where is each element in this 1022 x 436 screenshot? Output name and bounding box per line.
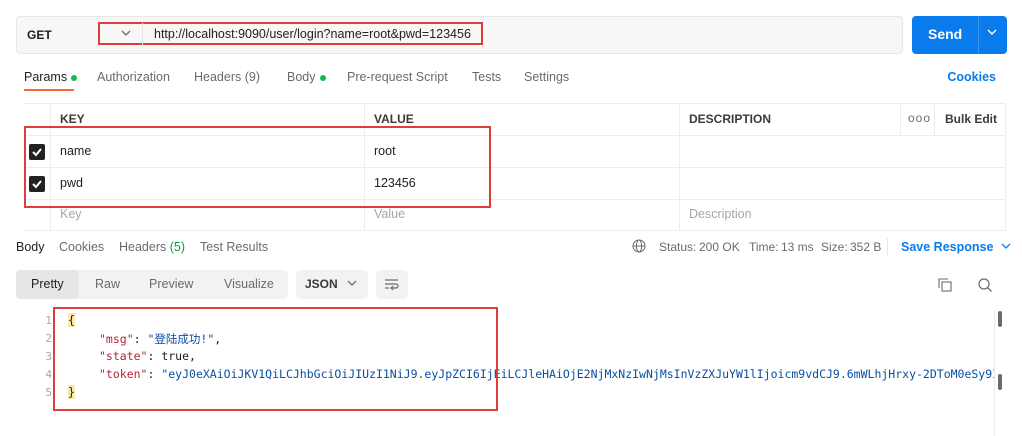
chevron-down-icon	[347, 278, 357, 291]
line-number: 1	[45, 314, 52, 327]
divider	[24, 230, 1006, 231]
time-label: Time:	[749, 240, 779, 254]
value-placeholder[interactable]: Value	[374, 207, 405, 221]
scrollbar-thumb[interactable]	[998, 311, 1002, 327]
search-icon[interactable]	[977, 277, 993, 296]
tab-pre-request-script[interactable]: Pre-request Script	[347, 70, 448, 84]
divider	[142, 23, 143, 45]
send-button[interactable]: Send	[912, 16, 1007, 54]
divider	[24, 103, 1006, 104]
more-options-icon[interactable]: ooo	[908, 111, 931, 125]
divider	[1005, 103, 1006, 230]
divider	[934, 103, 935, 135]
cookies-link[interactable]: Cookies	[947, 70, 996, 84]
scrollbar-thumb[interactable]	[998, 374, 1002, 390]
wrap-lines-button[interactable]	[376, 270, 408, 299]
line-number: 4	[45, 368, 52, 381]
scrollbar-track	[994, 310, 995, 436]
method-select[interactable]: GET	[27, 28, 52, 42]
view-mode-selector: Pretty Raw Preview Visualize	[16, 270, 288, 299]
response-tab-cookies[interactable]: Cookies	[59, 240, 104, 254]
response-tab-headers[interactable]: Headers (5)	[119, 240, 185, 254]
status-label: Status:	[659, 240, 697, 254]
time-value: 13 ms	[781, 240, 814, 254]
chevron-down-icon	[1001, 243, 1011, 249]
tab-tests[interactable]: Tests	[472, 70, 501, 84]
tab-settings[interactable]: Settings	[524, 70, 569, 84]
tab-params[interactable]: Params	[24, 70, 78, 84]
save-response-button[interactable]: Save Response	[901, 240, 1011, 254]
line-number: 2	[45, 332, 52, 345]
tab-authorization[interactable]: Authorization	[97, 70, 170, 84]
send-button-label: Send	[928, 26, 963, 42]
status-value: 200 OK	[699, 240, 740, 254]
column-header-value: VALUE	[374, 112, 414, 126]
view-preview[interactable]: Preview	[149, 277, 193, 291]
view-visualize[interactable]: Visualize	[224, 277, 274, 291]
bulk-edit-button[interactable]: Bulk Edit	[945, 112, 997, 126]
divider	[978, 16, 979, 54]
tab-label: Body	[287, 70, 316, 84]
active-tab-indicator	[24, 89, 74, 91]
header-count: (5)	[169, 240, 186, 254]
format-label: JSON	[305, 277, 338, 291]
line-number: 5	[45, 386, 52, 399]
format-select[interactable]: JSON	[296, 270, 368, 299]
tab-headers[interactable]: Headers (9)	[194, 70, 260, 84]
divider	[679, 103, 680, 230]
description-placeholder[interactable]: Description	[689, 207, 752, 221]
chevron-down-icon[interactable]	[987, 27, 997, 40]
tab-label: Headers	[119, 240, 167, 254]
line-number: 3	[45, 350, 52, 363]
size-label: Size:	[821, 240, 848, 254]
divider	[900, 103, 901, 135]
params-highlight-box	[24, 126, 491, 208]
tab-label: Headers (9)	[194, 70, 260, 84]
response-tab-test-results[interactable]: Test Results	[200, 240, 268, 254]
tab-label: Params	[24, 70, 68, 84]
status-dot	[71, 74, 78, 81]
tab-body[interactable]: Body	[287, 70, 326, 84]
view-pretty[interactable]: Pretty	[31, 277, 64, 291]
divider	[887, 238, 888, 256]
response-tab-body[interactable]: Body	[16, 240, 45, 254]
column-header-description: DESCRIPTION	[689, 112, 772, 126]
view-raw[interactable]: Raw	[95, 277, 120, 291]
request-bar: GET http://localhost:9090/user/login?nam…	[16, 16, 903, 54]
chevron-down-icon[interactable]	[121, 28, 131, 41]
size-value: 352 B	[850, 240, 882, 254]
column-header-key: KEY	[60, 112, 85, 126]
status-dot	[319, 74, 326, 81]
save-response-label: Save Response	[901, 240, 994, 254]
copy-icon[interactable]	[938, 278, 952, 295]
url-input[interactable]: http://localhost:9090/user/login?name=ro…	[154, 27, 471, 41]
wrap-lines-icon	[385, 279, 399, 291]
globe-icon[interactable]	[632, 239, 646, 256]
response-highlight-box	[53, 307, 498, 411]
key-placeholder[interactable]: Key	[60, 207, 82, 221]
